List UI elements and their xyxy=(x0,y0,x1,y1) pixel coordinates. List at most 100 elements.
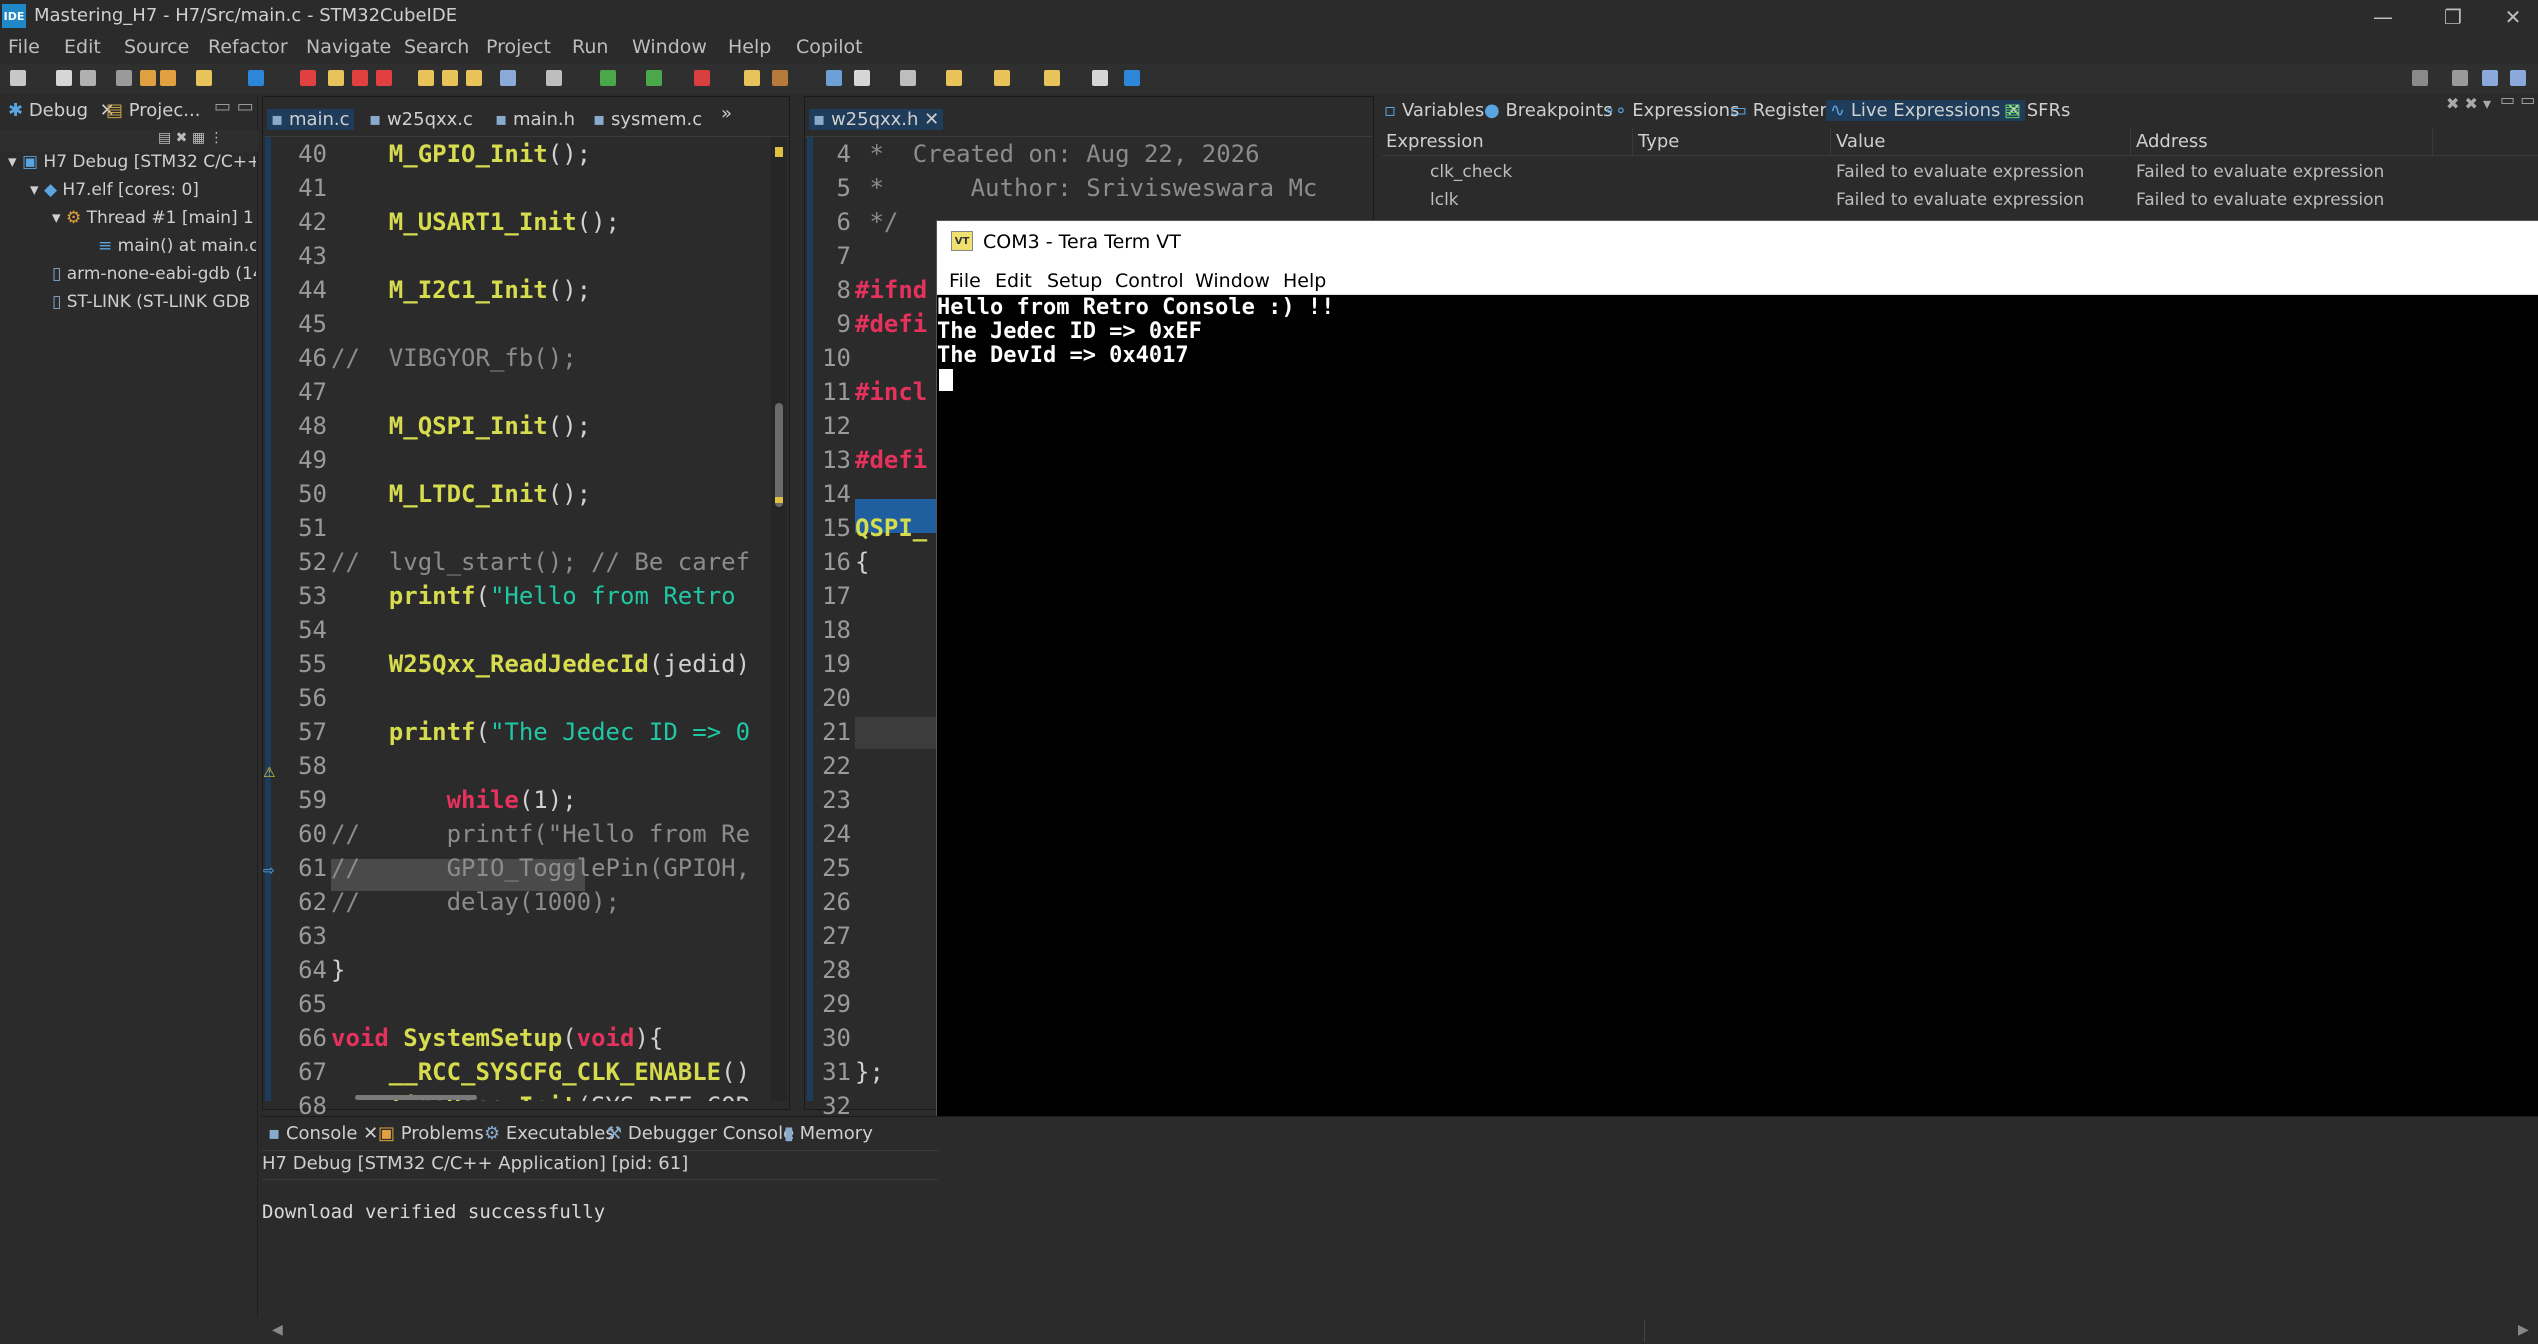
terminal-icon[interactable] xyxy=(1092,70,1108,86)
pin-editor-icon[interactable] xyxy=(900,70,916,86)
column-divider[interactable] xyxy=(1830,128,1831,156)
code-line[interactable]: // VIBGYOR_fb(); xyxy=(331,341,759,375)
code-line[interactable]: * Created on: Aug 22, 2026 xyxy=(855,137,1365,171)
vertical-scrollbar[interactable] xyxy=(771,137,787,1101)
executables-tab[interactable]: ⚙ Executables xyxy=(484,1123,615,1144)
memory-tab[interactable]: ▮ Memory xyxy=(784,1123,873,1144)
tt-menu-edit[interactable]: Edit xyxy=(995,270,1032,292)
maximize-icon[interactable]: ❐ xyxy=(2418,0,2488,34)
tree-elf[interactable]: ▾ ◆ H7.elf [cores: 0] xyxy=(30,180,256,200)
tab-w25qxx-h[interactable]: ▪ w25qxx.h ✕ xyxy=(809,109,944,130)
tab-overflow[interactable]: » xyxy=(721,103,732,124)
code-line[interactable] xyxy=(331,749,759,783)
menu-project[interactable]: Project xyxy=(486,36,551,58)
tt-menu-window[interactable]: Window xyxy=(1195,270,1270,292)
menu-edit[interactable]: Edit xyxy=(64,36,101,58)
code-line[interactable] xyxy=(331,375,759,409)
tt-menu-control[interactable]: Control xyxy=(1115,270,1184,292)
annotation-icon[interactable] xyxy=(854,70,870,86)
column-value[interactable]: Value xyxy=(1836,131,1885,152)
minimize-view-icon[interactable]: ▭ ▭ xyxy=(2500,90,2535,109)
teraterm-window[interactable]: VT COM3 - Tera Term VT File Edit Setup C… xyxy=(936,220,2538,1185)
live-expressions-tab[interactable]: ∿ Live Expressions ✕ xyxy=(1826,100,2026,121)
undo-icon[interactable] xyxy=(140,70,156,86)
back-icon[interactable] xyxy=(946,70,962,86)
code-line[interactable]: M_LTDC_Init(); xyxy=(331,477,759,511)
registers-tab[interactable]: ▭ Registers xyxy=(1730,100,1836,121)
tree-thread[interactable]: ▾ ⚙ Thread #1 [main] 1 [ xyxy=(52,208,256,228)
close-tab-icon[interactable]: ✕ xyxy=(363,1123,378,1144)
external-tools-icon[interactable] xyxy=(694,70,710,86)
code-line[interactable] xyxy=(331,987,759,1021)
terminate-icon[interactable] xyxy=(376,70,392,86)
terminal-screen[interactable]: Hello from Retro Console :) !! The Jedec… xyxy=(937,295,2538,1185)
problems-tab[interactable]: ▣ Problems xyxy=(378,1123,484,1144)
suspend-icon[interactable] xyxy=(352,70,368,86)
toggle-mark-occurrences-icon[interactable] xyxy=(826,70,842,86)
code-line[interactable]: } xyxy=(331,953,759,987)
code-line[interactable] xyxy=(331,171,759,205)
code-line[interactable]: // GPIO_TogglePin(GPIOH, xyxy=(331,851,759,885)
debug-tab[interactable]: ✱ Debug ✕ xyxy=(8,100,115,121)
project-explorer-tab[interactable]: ▤ Projec... xyxy=(106,100,200,121)
info-icon[interactable] xyxy=(1124,70,1140,86)
code-line[interactable]: M_I2C1_Init(); xyxy=(331,273,759,307)
debug-perspective-icon[interactable] xyxy=(2510,70,2526,86)
menu-run[interactable]: Run xyxy=(572,36,608,58)
scroll-left-icon[interactable]: ◀ xyxy=(272,1322,283,1338)
code-line[interactable]: __RCC_SYSCFG_CLK_ENABLE() xyxy=(331,1055,759,1089)
close-icon[interactable]: ✕ xyxy=(2488,0,2538,34)
column-type[interactable]: Type xyxy=(1638,131,1679,152)
step-return-icon[interactable] xyxy=(466,70,482,86)
tab-sysmem-c[interactable]: ▪ sysmem.c xyxy=(593,109,702,130)
tt-menu-setup[interactable]: Setup xyxy=(1047,270,1102,292)
print-icon[interactable] xyxy=(116,70,132,86)
step-into-icon[interactable] xyxy=(418,70,434,86)
redo-icon[interactable] xyxy=(160,70,176,86)
open-type-icon[interactable] xyxy=(744,70,760,86)
tab-main-h[interactable]: ▪ main.h xyxy=(495,109,575,130)
code-line[interactable] xyxy=(331,239,759,273)
run-icon[interactable] xyxy=(646,70,662,86)
column-divider[interactable] xyxy=(2130,128,2131,156)
code-line[interactable]: void SystemSetup(void){ xyxy=(331,1021,759,1055)
step-over-icon[interactable] xyxy=(442,70,458,86)
tab-w25qxx-c[interactable]: ▪ w25qxx.c xyxy=(369,109,473,130)
tree-stlink[interactable]: ▯ ST-LINK (ST-LINK GDB s xyxy=(52,292,256,312)
cpp-perspective-icon[interactable] xyxy=(2482,70,2498,86)
search-icon[interactable] xyxy=(2412,70,2428,86)
code-line[interactable]: M_USART1_Init(); xyxy=(331,205,759,239)
skip-breakpoints-icon[interactable] xyxy=(300,70,316,86)
minimize-icon[interactable]: — xyxy=(2348,0,2418,34)
code-line[interactable] xyxy=(331,307,759,341)
code-line[interactable]: M_GPIO_Init(); xyxy=(331,137,759,171)
minimize-view-icon[interactable]: ▭ ▭ xyxy=(214,96,254,117)
code-line[interactable] xyxy=(331,443,759,477)
console-tab[interactable]: ▪ Console ✕ xyxy=(268,1123,378,1144)
code-line[interactable] xyxy=(331,681,759,715)
menu-navigate[interactable]: Navigate xyxy=(306,36,391,58)
scroll-thumb[interactable] xyxy=(775,403,783,507)
debugger-console-tab[interactable]: ⚒ Debugger Console xyxy=(606,1123,794,1144)
menu-help[interactable]: Help xyxy=(728,36,771,58)
search-toolbar-icon[interactable] xyxy=(772,70,788,86)
debug-icon[interactable] xyxy=(600,70,616,86)
last-edit-icon[interactable] xyxy=(1044,70,1060,86)
tree-gdb[interactable]: ▯ arm-none-eabi-gdb (14 xyxy=(52,264,256,284)
code-line[interactable]: // delay(1000); xyxy=(331,885,759,919)
column-divider[interactable] xyxy=(2432,128,2433,156)
code-line[interactable]: // printf("Hello from Re xyxy=(331,817,759,851)
scroll-right-icon[interactable]: ▶ xyxy=(2518,1322,2529,1338)
tt-menu-help[interactable]: Help xyxy=(1283,270,1326,292)
instruction-step-icon[interactable] xyxy=(500,70,516,86)
view-toolbar-icons[interactable]: ▤ ✖ ▦ ⋮ xyxy=(158,130,224,146)
menu-source[interactable]: Source xyxy=(124,36,189,58)
variables-tab[interactable]: ▫ Variables xyxy=(1384,100,1484,121)
column-expression[interactable]: Expression xyxy=(1386,131,1484,152)
tree-launch[interactable]: ▾ ▣ H7 Debug [STM32 C/C++ xyxy=(8,152,256,172)
tree-frame-main[interactable]: ≡ main() at main.c:5 xyxy=(98,236,256,256)
column-divider[interactable] xyxy=(1632,128,1633,156)
breakpoints-tab[interactable]: ● Breakpoints xyxy=(1484,100,1613,121)
code-line[interactable]: M_QSPI_Init(); xyxy=(331,409,759,443)
code-line[interactable]: * Author: Srivisweswara Mc xyxy=(855,171,1365,205)
